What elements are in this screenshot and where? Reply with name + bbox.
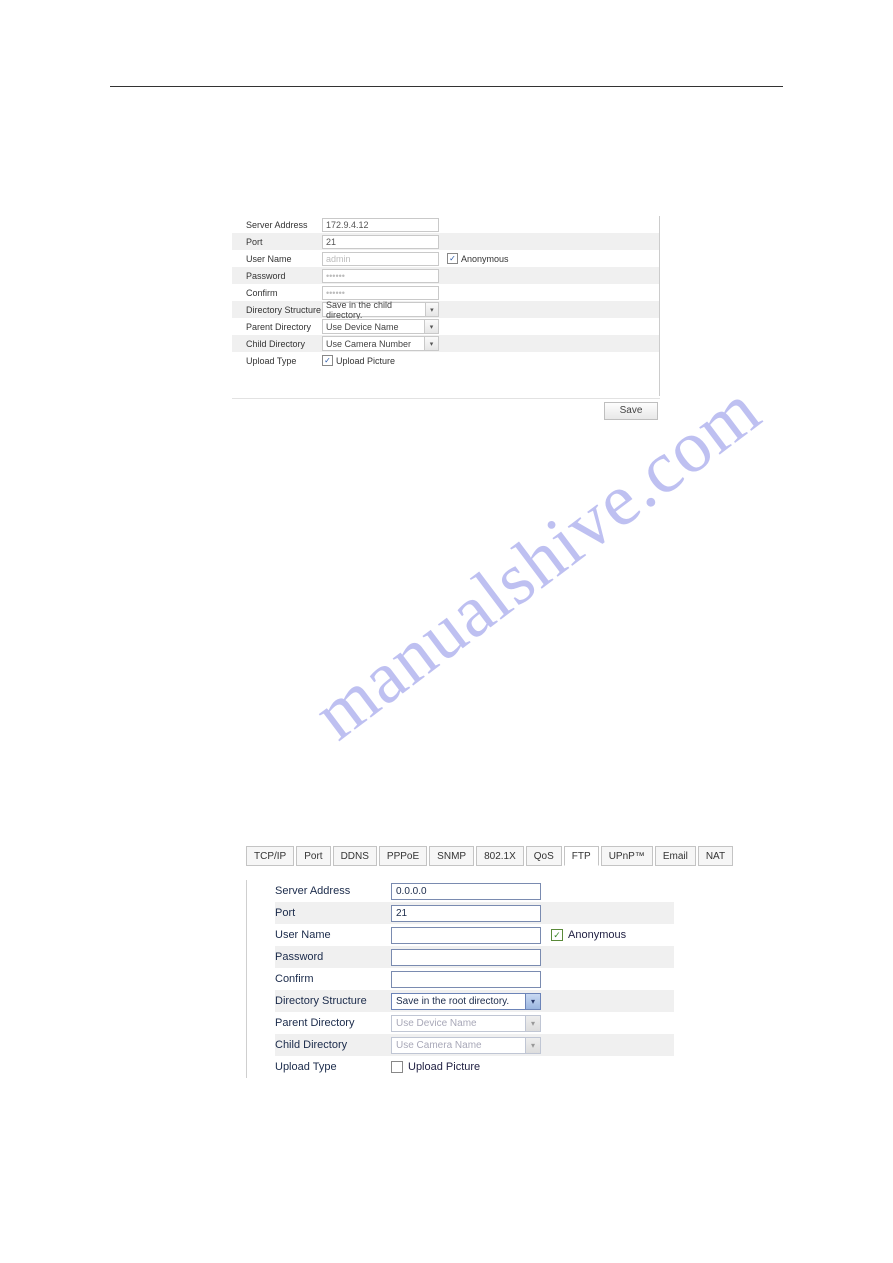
select-directory-structure[interactable]: Save in the child directory. ▾ [322,302,439,317]
page-divider [110,86,783,87]
watermark-text: manualshive.com [298,368,776,758]
checkbox-upload-picture-2[interactable] [391,1061,403,1073]
tab-nat[interactable]: NAT [698,846,733,866]
row-directory-structure: Directory Structure Save in the child di… [232,301,660,318]
label-directory-structure: Directory Structure [232,305,322,315]
label-confirm: Confirm [232,288,322,298]
tab-email[interactable]: Email [655,846,696,866]
row-parent-directory-2: Parent Directory Use Device Name ▾ [275,1012,674,1034]
label-password: Password [232,271,322,281]
label-password-2: Password [275,951,391,963]
label-upload-picture: Upload Picture [336,356,395,366]
panel-right-border [659,216,660,396]
row-server-address: Server Address [232,216,660,233]
tab-port[interactable]: Port [296,846,330,866]
label-anonymous-2: Anonymous [568,929,626,941]
label-child-directory: Child Directory [232,339,322,349]
checkbox-anonymous-2[interactable]: ✓ [551,929,563,941]
chevron-down-icon: ▾ [525,1038,540,1053]
row-password-2: Password [275,946,674,968]
row-parent-directory: Parent Directory Use Device Name ▾ [232,318,660,335]
tab-qos[interactable]: QoS [526,846,562,866]
save-button-label: Save [620,405,643,416]
label-parent-directory-2: Parent Directory [275,1017,391,1029]
label-server-address: Server Address [232,220,322,230]
label-upload-type: Upload Type [232,356,322,366]
input-user-name[interactable] [322,252,439,266]
input-confirm-2[interactable] [391,971,541,988]
chevron-down-icon: ▾ [424,320,438,333]
row-password: Password [232,267,660,284]
select-parent-directory-value: Use Device Name [326,322,399,332]
label-anonymous: Anonymous [461,254,509,264]
select-child-directory-2-value: Use Camera Name [396,1040,482,1051]
checkbox-upload-picture[interactable]: ✓ [322,355,333,366]
select-parent-directory[interactable]: Use Device Name ▾ [322,319,439,334]
tab-pppoe[interactable]: PPPoE [379,846,427,866]
row-upload-type: Upload Type ✓ Upload Picture [232,352,660,369]
row-confirm: Confirm [232,284,660,301]
row-confirm-2: Confirm [275,968,674,990]
network-tabs: TCP/IP Port DDNS PPPoE SNMP 802.1X QoS F… [246,846,674,866]
row-user-name: User Name ✓ Anonymous [232,250,660,267]
row-port-2: Port [275,902,674,924]
input-server-address-2[interactable] [391,883,541,900]
row-user-name-2: User Name ✓ Anonymous [275,924,674,946]
ftp-settings-panel-2: TCP/IP Port DDNS PPPoE SNMP 802.1X QoS F… [246,846,674,1078]
input-password[interactable] [322,269,439,283]
row-directory-structure-2: Directory Structure Save in the root dir… [275,990,674,1012]
input-password-2[interactable] [391,949,541,966]
select-directory-structure-2-value: Save in the root directory. [396,996,509,1007]
label-server-address-2: Server Address [275,885,391,897]
checkbox-anonymous[interactable]: ✓ [447,253,458,264]
select-child-directory-2[interactable]: Use Camera Name ▾ [391,1037,541,1054]
tab-8021x[interactable]: 802.1X [476,846,524,866]
chevron-down-icon: ▾ [525,1016,540,1031]
row-port: Port [232,233,660,250]
label-directory-structure-2: Directory Structure [275,995,391,1007]
label-confirm-2: Confirm [275,973,391,985]
input-port-2[interactable] [391,905,541,922]
label-parent-directory: Parent Directory [232,322,322,332]
save-button[interactable]: Save [604,402,658,420]
select-child-directory-value: Use Camera Number [326,339,411,349]
label-user-name-2: User Name [275,929,391,941]
input-confirm[interactable] [322,286,439,300]
label-upload-type-2: Upload Type [275,1061,391,1073]
ftp-settings-panel-1: Server Address Port User Name ✓ Anonymou… [232,216,660,369]
row-child-directory: Child Directory Use Camera Number ▾ [232,335,660,352]
tab-ddns[interactable]: DDNS [333,846,377,866]
select-directory-structure-value: Save in the child directory. [326,300,425,320]
label-child-directory-2: Child Directory [275,1039,391,1051]
chevron-down-icon: ▾ [425,303,438,316]
chevron-down-icon: ▾ [424,337,438,350]
tab-upnp[interactable]: UPnP™ [601,846,653,866]
row-child-directory-2: Child Directory Use Camera Name ▾ [275,1034,674,1056]
label-user-name: User Name [232,254,322,264]
select-child-directory[interactable]: Use Camera Number ▾ [322,336,439,351]
input-server-address[interactable] [322,218,439,232]
tab-snmp[interactable]: SNMP [429,846,474,866]
select-parent-directory-2[interactable]: Use Device Name ▾ [391,1015,541,1032]
ftp-form: Server Address Port User Name ✓ Anonymou… [246,880,674,1078]
label-port-2: Port [275,907,391,919]
select-parent-directory-2-value: Use Device Name [396,1018,477,1029]
input-port[interactable] [322,235,439,249]
select-directory-structure-2[interactable]: Save in the root directory. ▾ [391,993,541,1010]
tab-ftp[interactable]: FTP [564,846,599,866]
tab-tcpip[interactable]: TCP/IP [246,846,294,866]
label-port: Port [232,237,322,247]
input-user-name-2[interactable] [391,927,541,944]
save-bar: Save [232,398,660,422]
row-server-address-2: Server Address [275,880,674,902]
row-upload-type-2: Upload Type Upload Picture [275,1056,674,1078]
label-upload-picture-2: Upload Picture [408,1061,480,1073]
chevron-down-icon: ▾ [525,994,540,1009]
